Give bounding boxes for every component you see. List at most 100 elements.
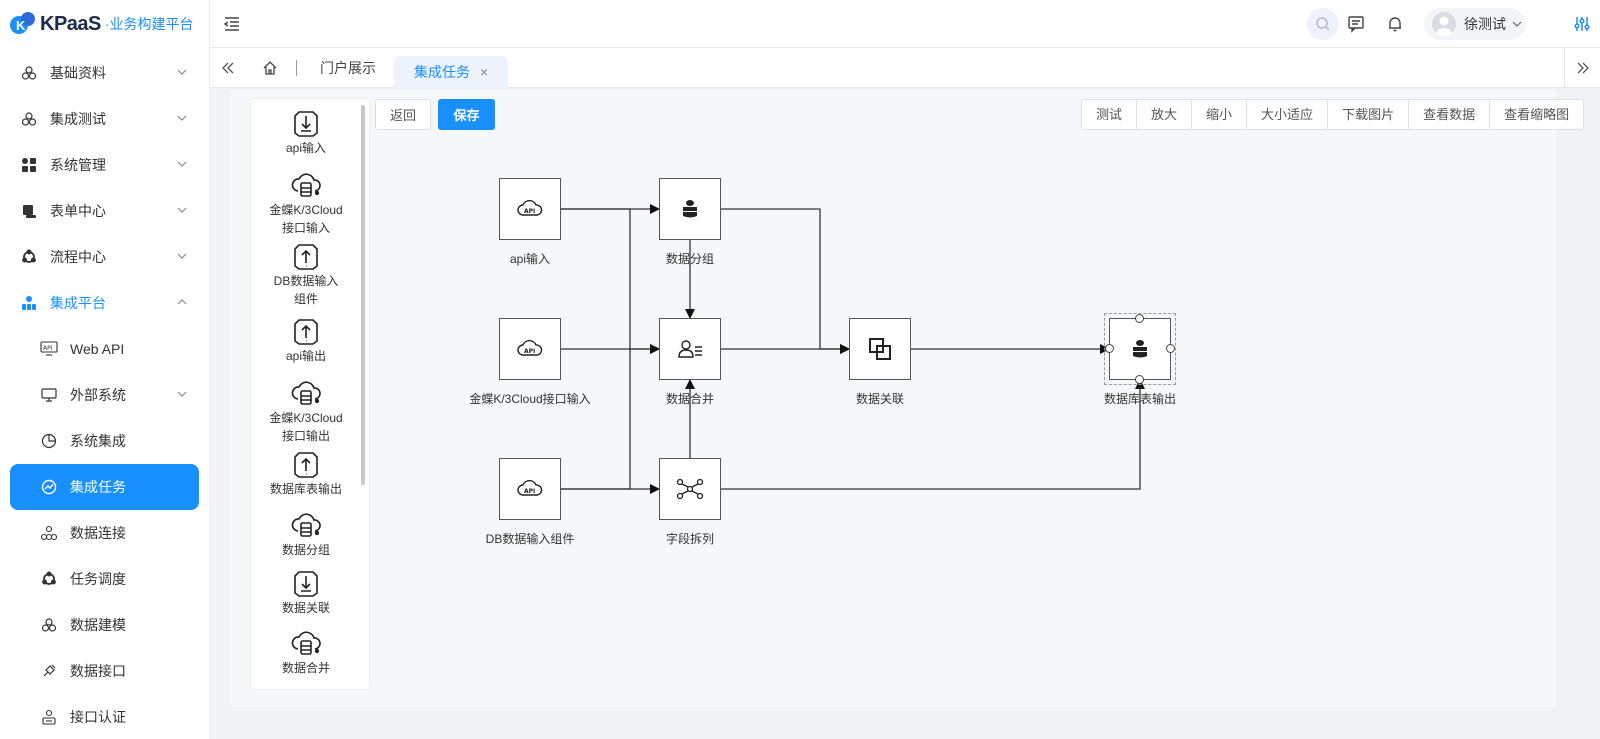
node-db-table-output[interactable] [1109,318,1171,380]
api-cloud-icon: API [517,199,543,216]
grid-icon [20,156,38,174]
pie-icon [40,432,58,450]
node-field-split[interactable] [659,458,721,520]
palette-item-db-input[interactable]: DB数据输入 组件 [251,242,361,308]
download-image-button[interactable]: 下载图片 [1328,100,1410,129]
download-doc-icon [294,111,318,137]
palette-item-label: 接口输入 [281,221,330,235]
api-icon: API [40,340,58,358]
sidebar-item-web-api[interactable]: API Web API [0,326,209,372]
fit-size-button[interactable]: 大小适应 [1247,100,1329,129]
double-chevron-left-icon[interactable] [220,60,236,76]
api-cloud-icon: API [517,339,543,356]
tab-close-icon[interactable]: × [480,64,488,80]
upload-doc-icon [294,244,318,270]
palette-item-label: 数据合并 [281,661,330,675]
sidebar-item-process-center[interactable]: 流程中心 [0,234,209,280]
sidebar-item-label: 系统管理 [50,157,106,173]
svg-text:K: K [16,18,26,33]
view-data-button[interactable]: 查看数据 [1409,100,1491,129]
sidebar-item-integration-platform[interactable]: 集成平台 [0,280,209,326]
top-header: 徐测试 [210,0,1600,48]
chevron-down-icon [177,115,187,121]
kpaas-logo-icon: K [10,12,35,34]
palette-item-data-join[interactable]: 数据关联 [251,569,361,617]
palette-item-label: 接口输出 [281,429,330,443]
palette-item-k3cloud-output[interactable]: 金蝶K/3Cloud 接口输出 [251,379,361,445]
upload-doc-icon [294,452,318,478]
brand-name: KPaaS [40,12,101,35]
sidebar-item-label: 数据接口 [70,663,126,679]
palette-item-label: 数据分组 [281,543,330,557]
sidebar-item-data-interface[interactable]: 数据接口 [0,648,209,694]
cloud-db-icon [291,631,321,655]
message-icon[interactable] [1347,15,1365,33]
node-db-input[interactable]: API [499,458,561,520]
sidebar-item-system-integration[interactable]: 系统集成 [0,418,209,464]
back-button[interactable]: 返回 [375,99,431,130]
resize-handle-bottom[interactable] [1135,375,1144,384]
node-label: 数据合并 [665,392,715,406]
palette-scrollbar[interactable] [361,105,365,485]
palette-item-data-group[interactable]: 数据分组 [251,511,361,559]
sidebar-item-label: Web API [70,341,125,357]
sidebar-item-task-scheduling[interactable]: 任务调度 [0,556,209,602]
node-data-join[interactable] [849,318,911,380]
tab-scroll-right[interactable] [1564,48,1600,88]
sidebar-item-data-modeling[interactable]: 数据建模 [0,602,209,648]
sidebar-item-label: 集成任务 [70,479,126,495]
sidebar-item-basic-data[interactable]: 基础资料 [0,50,209,96]
search-button[interactable] [1307,8,1339,40]
node-k3cloud-input[interactable]: API [499,318,561,380]
sidebar: K KPaaS ·业务构建平台 基础资料 集成测试 系统管理 表单中心 流程中心 [0,0,210,739]
save-button[interactable]: 保存 [438,99,495,130]
node-data-group[interactable] [659,178,721,240]
sidebar-item-external-system[interactable]: 外部系统 [0,372,209,418]
resize-handle-right[interactable] [1166,344,1175,353]
sidebar-item-integration-test[interactable]: 集成测试 [0,96,209,142]
database-icon [683,200,697,218]
palette-item-k3cloud-input[interactable]: 金蝶K/3Cloud 接口输入 [251,171,361,237]
palette-item-api-input[interactable]: api输入 [251,109,361,157]
component-palette: api输入 金蝶K/3Cloud 接口输入 DB数据输入 组件 api输出 金蝶… [250,98,370,690]
sidebar-item-integration-task[interactable]: 集成任务 [10,464,199,510]
split-icon [676,478,704,500]
palette-item-db-table-output[interactable]: 数据库表输出 [251,450,361,498]
zoom-out-button[interactable]: 缩小 [1192,100,1248,129]
palette-item-label: api输出 [285,349,326,363]
sidebar-item-label: 系统集成 [70,433,126,449]
node-data-merge[interactable] [659,318,721,380]
sidebar-item-data-connection[interactable]: 数据连接 [0,510,209,556]
search-icon [1316,17,1330,31]
home-icon[interactable] [262,60,278,76]
cloud-db-icon [291,513,321,537]
task-icon [40,478,58,496]
test-button[interactable]: 测试 [1082,100,1138,129]
palette-item-data-merge[interactable]: 数据合并 [251,629,361,677]
connect-icon [40,524,58,542]
resize-handle-top[interactable] [1135,314,1144,323]
svg-text:API: API [524,208,535,215]
node-label: 金蝶K/3Cloud接口输入 [469,392,591,406]
tab-portal[interactable]: 门户展示 [310,48,386,88]
logo[interactable]: K KPaaS ·业务构建平台 [0,0,209,48]
zoom-in-button[interactable]: 放大 [1137,100,1193,129]
bell-icon[interactable] [1386,15,1404,33]
resize-handle-left[interactable] [1105,344,1114,353]
view-thumbnail-button[interactable]: 查看缩略图 [1490,100,1583,129]
menu-fold-icon[interactable] [222,14,242,34]
sidebar-menu: 基础资料 集成测试 系统管理 表单中心 流程中心 集成平台 API Web AP… [0,50,209,739]
user-menu[interactable]: 徐测试 [1424,8,1526,40]
sidebar-item-interface-auth[interactable]: 接口认证 [0,694,209,739]
sidebar-item-label: 外部系统 [70,387,126,403]
palette-item-label: 数据库表输出 [269,482,342,496]
sidebar-item-system-management[interactable]: 系统管理 [0,142,209,188]
sidebar-item-label: 接口认证 [70,709,126,725]
node-api-input[interactable]: API [499,178,561,240]
tab-integration-task[interactable]: 集成任务 × [394,56,509,88]
double-chevron-right-icon [1577,62,1589,74]
palette-item-api-output[interactable]: api输出 [251,317,361,365]
settings-sliders-icon[interactable] [1573,15,1591,33]
sidebar-item-form-center[interactable]: 表单中心 [0,188,209,234]
database-icon [1133,340,1147,358]
